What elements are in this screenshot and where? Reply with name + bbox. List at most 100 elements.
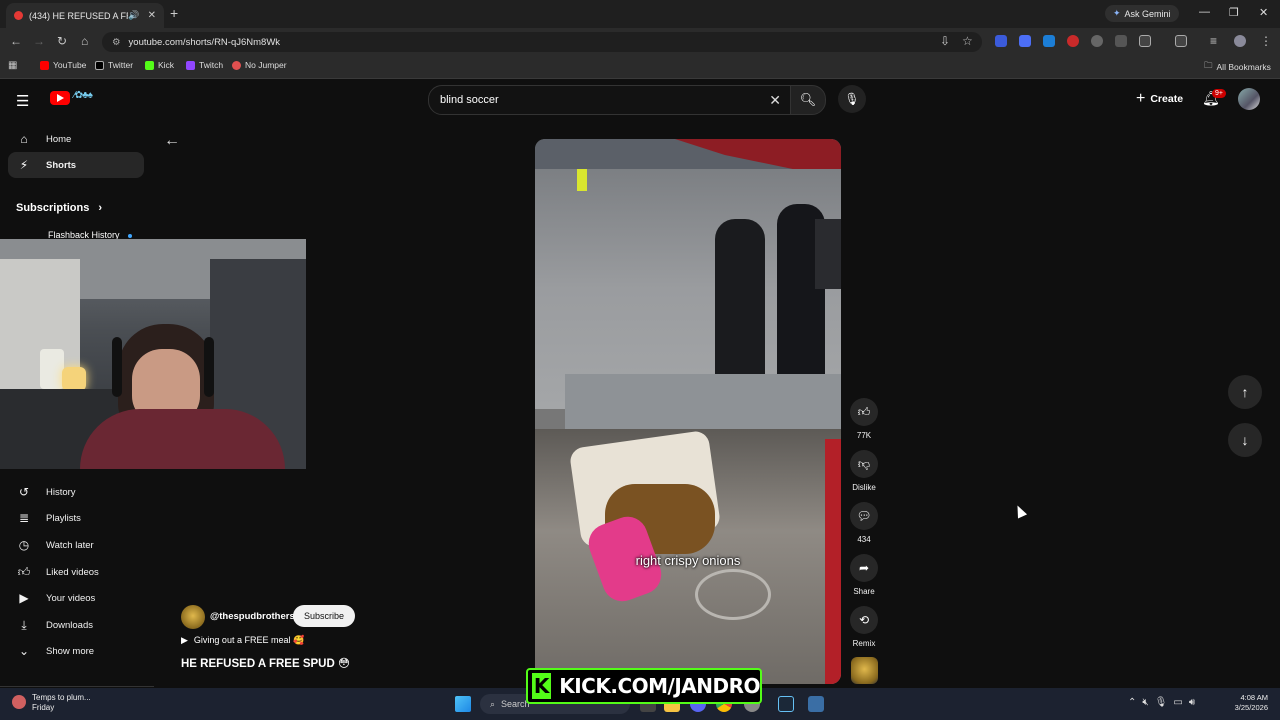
sound-thumbnail[interactable] xyxy=(851,657,878,684)
browser-tab[interactable]: (434) HE REFUSED A FREE S 🔊 ✕ xyxy=(6,3,164,28)
comments-button[interactable]: 💬︎ xyxy=(850,502,878,530)
thumbs-up-icon: 👍︎ xyxy=(857,404,871,419)
install-app-icon[interactable]: ⇩ xyxy=(940,34,950,48)
playlist-link[interactable]: ▶ Giving out a FREE meal 🥰 xyxy=(181,635,304,646)
extensions-puzzle-icon[interactable] xyxy=(1139,35,1151,47)
speaker-icon[interactable]: 🔊 xyxy=(128,10,139,21)
browser-menu-icon[interactable]: ⋮ xyxy=(1260,34,1272,48)
sidebar-item-downloads[interactable]: ⤓ Downloads xyxy=(8,612,144,638)
channel-avatar[interactable] xyxy=(181,605,205,629)
bookmark-twitter[interactable]: Twitter xyxy=(95,60,133,70)
previous-short-button[interactable]: ↑ xyxy=(1228,375,1262,409)
new-tab-button[interactable]: + xyxy=(170,5,178,21)
windows-start-icon[interactable] xyxy=(455,696,471,712)
comment-icon: 💬︎ xyxy=(856,509,872,523)
like-count: 77K xyxy=(856,431,872,440)
thumbs-up-icon: 👍︎ xyxy=(17,564,31,579)
dislike-label: Dislike xyxy=(852,483,876,492)
account-avatar[interactable] xyxy=(1238,88,1260,110)
create-label: Create xyxy=(1150,93,1184,105)
close-tab-icon[interactable]: ✕ xyxy=(148,10,156,21)
channel-name[interactable]: @thespudbrothers xyxy=(210,611,295,622)
kick-icon xyxy=(145,60,154,70)
bookmark-kick[interactable]: Kick xyxy=(145,60,174,70)
menu-hamburger-icon[interactable]: ☰ xyxy=(16,92,32,110)
extension-5-icon[interactable] xyxy=(1091,35,1103,47)
back-icon[interactable]: ← xyxy=(10,34,22,48)
dislike-button[interactable]: 👎︎ xyxy=(850,450,878,478)
clear-search-icon[interactable]: ✕ xyxy=(769,92,781,109)
extension-1-icon[interactable] xyxy=(995,35,1007,47)
back-arrow-icon[interactable]: ← xyxy=(164,132,180,150)
like-action[interactable]: 👍︎ 77K xyxy=(850,398,878,440)
bookmark-youtube[interactable]: YouTube xyxy=(40,60,86,70)
extension-3-icon[interactable] xyxy=(1043,35,1055,47)
site-info-icon[interactable]: ⚙ xyxy=(112,37,121,48)
remix-action[interactable]: ⟲ Remix xyxy=(850,606,878,648)
kick-stream-overlay: K KICK.COM/JANDRO xyxy=(526,668,762,704)
short-title[interactable]: HE REFUSED A FREE SPUD 😳 xyxy=(181,656,350,670)
sidebar-item-playlists[interactable]: ≣ Playlists xyxy=(8,505,144,531)
comments-action[interactable]: 💬︎ 434 xyxy=(850,502,878,544)
create-button[interactable]: + Create xyxy=(1130,86,1189,112)
share-action[interactable]: ➦ Share xyxy=(850,554,878,596)
next-short-button[interactable]: ↓ xyxy=(1228,423,1262,457)
share-button[interactable]: ➦ xyxy=(850,554,878,582)
remix-button[interactable]: ⟲ xyxy=(850,606,878,634)
clock-icon: ◷ xyxy=(18,538,30,552)
like-button[interactable]: 👍︎ xyxy=(850,398,878,426)
sidebar-divider xyxy=(0,686,154,687)
forward-icon[interactable]: → xyxy=(33,34,45,48)
apps-grid-icon[interactable]: ▦ xyxy=(8,60,17,71)
chevron-right-icon: › xyxy=(98,202,103,214)
url-bar[interactable]: ⚙ youtube.com/shorts/RN-qJ6Nm8Wk xyxy=(102,32,982,52)
history-icon: ↺ xyxy=(18,485,30,499)
sidebar-item-shorts[interactable]: ⚡ Shorts xyxy=(8,152,144,178)
gemini-icon: ✦ xyxy=(1113,8,1121,18)
youtube-logo-icon[interactable] xyxy=(50,91,70,105)
split-view-icon[interactable] xyxy=(1175,35,1187,47)
media-control-icon[interactable]: ≡ xyxy=(1210,34,1217,48)
dislike-action[interactable]: 👎︎ Dislike xyxy=(850,450,878,492)
restore-icon[interactable]: ❐ xyxy=(1229,6,1239,19)
chevron-down-icon: ⌄ xyxy=(18,644,30,658)
system-tray-icons[interactable]: ⌃🔇︎🎙︎▭🔊︎ xyxy=(1128,697,1201,708)
profile-icon[interactable] xyxy=(1234,35,1246,47)
notification-badge: 9+ xyxy=(1212,89,1226,98)
ask-gemini-button[interactable]: ✦ Ask Gemini xyxy=(1105,5,1179,22)
extension-6-icon[interactable] xyxy=(1115,35,1127,47)
download-icon: ⤓ xyxy=(21,617,27,632)
short-video-player[interactable] xyxy=(535,139,841,684)
all-bookmarks[interactable]: 🗀 All Bookmarks xyxy=(1204,60,1271,74)
sidebar-item-home[interactable]: ⌂ Home xyxy=(8,126,144,152)
playlists-icon: ≣ xyxy=(18,511,30,525)
sidebar-item-show-more[interactable]: ⌄ Show more xyxy=(8,638,144,664)
subscriptions-header[interactable]: Subscriptions › xyxy=(16,202,102,214)
subscribe-button[interactable]: Subscribe xyxy=(293,605,355,627)
steam-icon[interactable] xyxy=(778,696,794,712)
reload-icon[interactable]: ↻ xyxy=(57,34,67,48)
minimize-icon[interactable]: — xyxy=(1199,6,1210,18)
youtube-favicon-icon xyxy=(14,11,23,20)
voice-search-button[interactable]: 🎙︎ xyxy=(838,85,866,113)
sidebar-item-watch-later[interactable]: ◷ Watch later xyxy=(8,532,144,558)
home-browser-icon[interactable]: ⌂ xyxy=(81,34,88,48)
plus-icon: + xyxy=(1136,90,1146,107)
bookmark-twitch[interactable]: Twitch xyxy=(186,60,223,70)
extension-4-icon[interactable] xyxy=(1067,35,1079,47)
search-input[interactable]: blind soccer ✕ xyxy=(428,85,792,115)
youtube-doodle-icon[interactable]: ⁄✿♣♠ xyxy=(74,90,93,101)
bookmark-nojumper[interactable]: No Jumper xyxy=(232,60,287,70)
search-button[interactable]: 🔍︎ xyxy=(790,85,826,115)
weather-widget[interactable]: Temps to plum... Friday xyxy=(12,693,91,713)
sidebar-item-your-videos[interactable]: ▶ Your videos xyxy=(8,585,144,611)
sidebar-item-history[interactable]: ↺ History xyxy=(8,479,144,505)
remix-icon: ⟲ xyxy=(858,613,870,627)
extension-2-icon[interactable] xyxy=(1019,35,1031,47)
bookmark-star-icon[interactable]: ☆ xyxy=(962,34,973,48)
browser-tab-bar xyxy=(0,0,1280,28)
taskbar-clock[interactable]: 4:08 AM 3/25/2026 xyxy=(1224,693,1268,713)
obs-icon[interactable] xyxy=(808,696,824,712)
close-window-icon[interactable]: ✕ xyxy=(1259,6,1268,19)
sidebar-item-liked-videos[interactable]: 👍︎ Liked videos xyxy=(8,559,144,585)
